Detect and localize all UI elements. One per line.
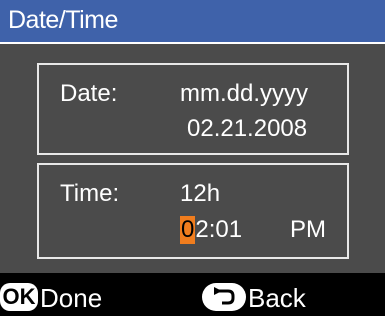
back-label: Back xyxy=(248,283,306,313)
date-value[interactable]: 02.21.2008 xyxy=(187,115,307,143)
time-value[interactable]: 02:01 xyxy=(180,216,242,244)
time-cursor-digit[interactable]: 0 xyxy=(180,216,196,244)
time-label: Time: xyxy=(60,180,120,207)
ok-button-icon[interactable]: OK xyxy=(0,283,38,311)
done-label: Done xyxy=(40,283,103,313)
back-arrow-svg xyxy=(214,287,235,305)
screen-title: Date/Time xyxy=(8,6,118,34)
time-setting-box[interactable] xyxy=(37,163,349,259)
back-arrow-icon[interactable] xyxy=(202,283,246,311)
ok-icon-label: OK xyxy=(2,284,36,309)
title-bar: Date/Time xyxy=(0,0,385,44)
time-ampm[interactable]: PM xyxy=(290,216,326,244)
time-value-rest: 2:01 xyxy=(195,216,243,243)
date-format[interactable]: mm.dd.yyyy xyxy=(180,80,308,108)
date-label: Date: xyxy=(60,80,118,107)
time-format[interactable]: 12h xyxy=(180,180,220,208)
